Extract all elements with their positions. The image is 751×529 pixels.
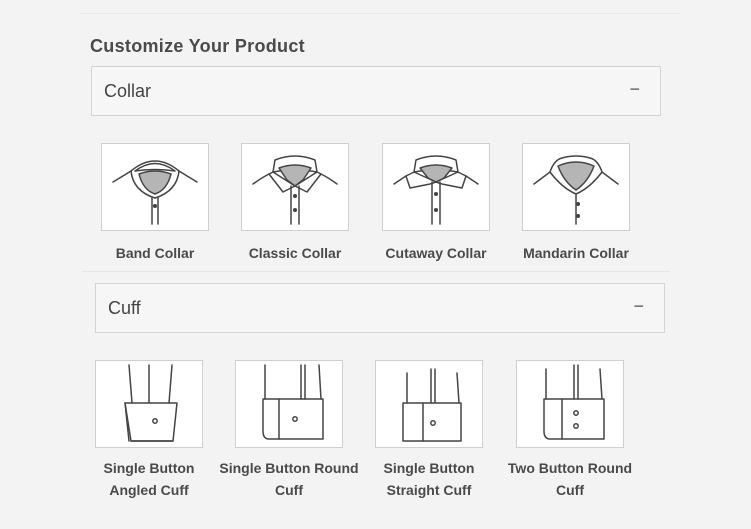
option-mandarin-collar[interactable]: Mandarin Collar [522,143,630,261]
cuff-accordion-header[interactable]: Cuff − [95,283,665,333]
collapse-icon[interactable]: − [629,79,640,100]
band-collar-icon [101,143,209,231]
option-single-button-straight-cuff[interactable]: Single Button Straight Cuff [375,360,483,498]
option-single-button-angled-cuff[interactable]: Single Button Angled Cuff [95,360,203,498]
option-classic-collar[interactable]: Classic Collar [241,143,349,261]
single-button-straight-cuff-icon [375,360,483,448]
option-two-button-round-cuff[interactable]: Two Button Round Cuff [508,360,632,498]
page-title: Customize Your Product [90,36,305,56]
single-button-round-cuff-icon [235,360,343,448]
option-single-button-round-cuff[interactable]: Single Button Round Cuff [219,360,359,498]
cuff-section-title: Cuff [108,298,141,318]
collar-section-title: Collar [104,81,152,101]
option-label: Mandarin Collar [523,245,629,261]
single-button-angled-cuff-icon [95,360,203,448]
section-divider [82,271,670,272]
cutaway-collar-icon [382,143,490,231]
mandarin-collar-icon [522,143,630,231]
collapse-icon[interactable]: − [633,296,644,317]
option-label: Two Button Round Cuff [507,460,633,498]
classic-collar-icon [241,143,349,231]
top-divider [80,13,680,14]
two-button-round-cuff-icon [516,360,624,448]
option-cutaway-collar[interactable]: Cutaway Collar [382,143,490,261]
option-band-collar[interactable]: Band Collar [101,143,209,261]
collar-accordion-header[interactable]: Collar − [91,66,661,116]
